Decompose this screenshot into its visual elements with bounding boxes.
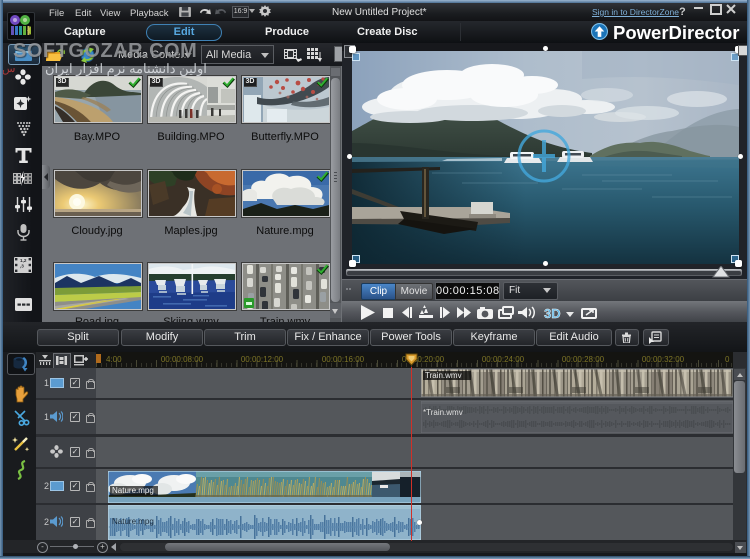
svg-text:,3: ,3 [20,263,24,268]
svg-text:1,2: 1,2 [20,258,27,263]
svg-text:3D: 3D [544,306,561,321]
